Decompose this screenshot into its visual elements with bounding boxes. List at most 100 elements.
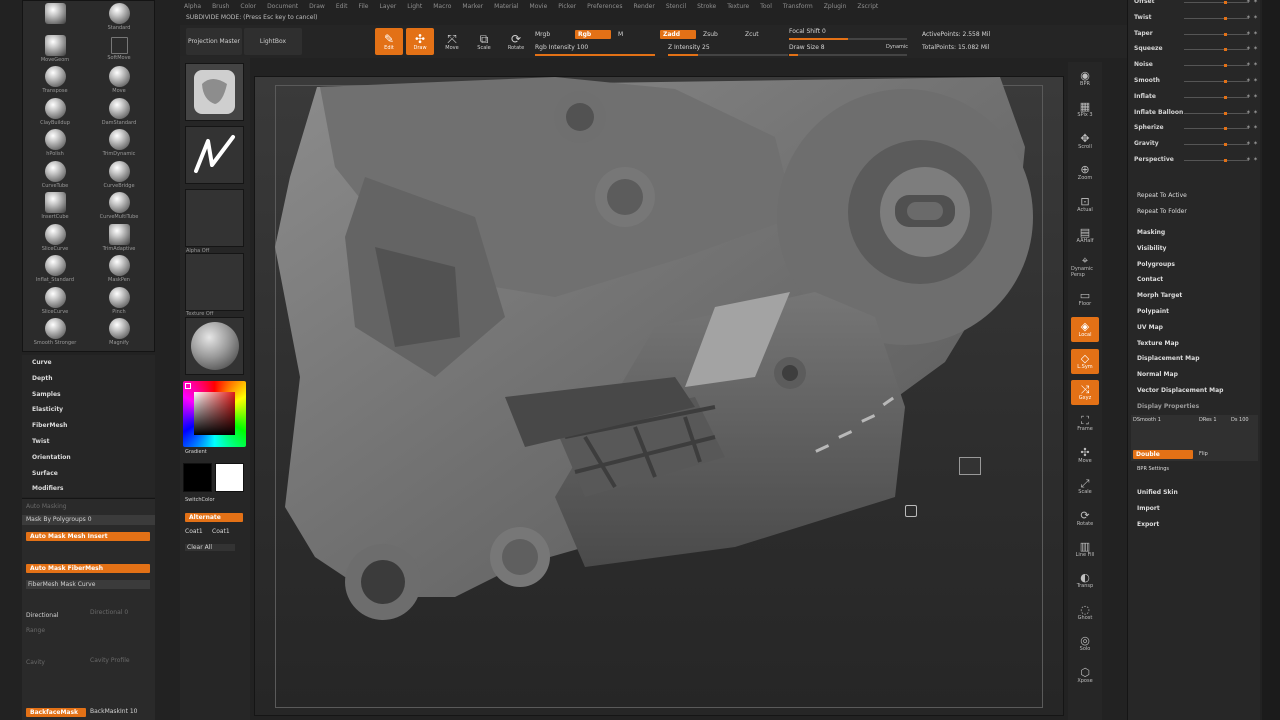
backfacemask-button[interactable]: BackfaceMask <box>26 708 86 717</box>
zsub-toggle[interactable]: Zsub <box>703 31 718 38</box>
right-scrollbar[interactable] <box>1262 0 1280 720</box>
tool-bottom-item[interactable]: Import <box>1137 505 1160 512</box>
brush-item[interactable]: MoveGeom <box>23 34 87 67</box>
tool-menu-item[interactable]: Display Properties <box>1137 403 1199 410</box>
deformation-knob[interactable] <box>1224 64 1228 68</box>
rgb-intensity-track[interactable] <box>535 54 655 56</box>
zcut-toggle[interactable]: Zcut <box>745 31 759 38</box>
view-tool-button[interactable]: ◐ Transp <box>1071 568 1099 593</box>
menu-item[interactable]: Zplugin <box>824 3 847 10</box>
ds-slider[interactable]: Ds 100 <box>1231 417 1249 423</box>
left-menu-item[interactable]: Surface <box>22 466 155 482</box>
view-tool-button[interactable]: ⟳ Rotate <box>1071 506 1099 531</box>
current-tool-thumbnail[interactable] <box>185 63 244 121</box>
axis-toggle-icon[interactable]: ✶ ✶ <box>1246 93 1258 100</box>
brush-item[interactable]: Move <box>87 66 151 98</box>
alternate-button[interactable]: Alternate <box>185 513 243 522</box>
brush-item[interactable]: SliceCurve <box>23 223 87 256</box>
menu-item[interactable]: Render <box>633 3 654 10</box>
stroke-thumbnail[interactable] <box>185 126 244 184</box>
deformation-slider[interactable]: Offset ✶ ✶ <box>1134 0 1258 8</box>
tool-menu-item[interactable]: Contact <box>1137 276 1163 283</box>
deformation-knob[interactable] <box>1224 111 1228 115</box>
brush-item[interactable]: SoftMove <box>87 35 151 67</box>
brush-item[interactable]: Standard <box>87 3 151 35</box>
rotate-button[interactable]: ⟳ Rotate <box>502 28 530 55</box>
menu-item[interactable]: File <box>358 3 368 10</box>
tool-menu-item[interactable]: Visibility <box>1137 245 1166 252</box>
rgb-toggle[interactable]: Rgb <box>575 30 611 39</box>
axis-toggle-icon[interactable]: ✶ ✶ <box>1246 14 1258 21</box>
repeat-to-active-button[interactable]: Repeat To Active <box>1137 192 1187 199</box>
dres-slider[interactable]: DRes 1 <box>1199 417 1217 423</box>
move-button[interactable]: ⤧ Move <box>438 28 466 55</box>
menu-item[interactable]: Macro <box>433 3 451 10</box>
auto-mask-mesh-insert-button[interactable]: Auto Mask Mesh Insert <box>26 532 150 541</box>
z-intensity-track[interactable] <box>668 54 788 56</box>
backmaskint-slider[interactable]: BackMaskInt 10 <box>90 708 138 715</box>
dsmooth-slider[interactable]: DSmooth 1 <box>1133 417 1161 423</box>
axis-toggle-icon[interactable]: ✶ ✶ <box>1246 0 1258 5</box>
directional-button[interactable]: Directional <box>26 612 58 619</box>
mask-by-polygroups-slider[interactable]: Mask By Polygroups 0 <box>22 515 155 525</box>
axis-toggle-icon[interactable]: ✶ ✶ <box>1246 30 1258 37</box>
axis-toggle-icon[interactable]: ✶ ✶ <box>1246 45 1258 52</box>
brush-item[interactable]: Magnify <box>87 318 151 350</box>
view-tool-button[interactable]: ◉ BPR <box>1071 66 1099 91</box>
brush-item[interactable]: CurveMultiTube <box>87 192 151 224</box>
focal-shift-slider[interactable]: Focal Shift 0 <box>789 28 826 35</box>
tool-menu-item[interactable]: UV Map <box>1137 324 1163 331</box>
color-picker[interactable] <box>183 381 246 447</box>
cavity-profile-button[interactable]: Cavity Profile <box>90 657 130 664</box>
brush-item[interactable]: hPolish <box>23 129 87 161</box>
view-tool-button[interactable]: ✣ Move <box>1071 443 1099 468</box>
view-tool-button[interactable]: ✥ Scroll <box>1071 129 1099 154</box>
tool-menu-item[interactable]: Displacement Map <box>1137 355 1200 362</box>
deformation-knob[interactable] <box>1224 143 1228 147</box>
projection-master-button[interactable]: Projection Master <box>186 28 242 55</box>
left-menu-item[interactable]: FiberMesh <box>22 418 155 434</box>
dynamic-toggle[interactable]: Dynamic <box>886 44 908 50</box>
deformation-slider[interactable]: Inflate Balloon ✶ ✶ <box>1134 109 1258 119</box>
menu-item[interactable]: Stencil <box>666 3 686 10</box>
deformation-slider[interactable]: Spherize ✶ ✶ <box>1134 124 1258 134</box>
axis-toggle-icon[interactable]: ✶ ✶ <box>1246 124 1258 131</box>
menu-item[interactable]: Draw <box>309 3 325 10</box>
deformation-knob[interactable] <box>1224 1 1228 4</box>
m-toggle[interactable]: M <box>618 31 623 38</box>
rgb-intensity-slider[interactable]: Rgb Intensity 100 <box>535 44 588 51</box>
tool-menu-item[interactable]: Texture Map <box>1137 340 1179 347</box>
directional-slider[interactable]: Directional 0 <box>90 609 128 616</box>
secondary-color-swatch[interactable] <box>215 463 244 492</box>
auto-mask-fibermesh-button[interactable]: Auto Mask FiberMesh <box>26 564 150 573</box>
deformation-slider[interactable]: Squeeze ✶ ✶ <box>1134 45 1258 55</box>
menu-item[interactable]: Alpha <box>184 3 201 10</box>
menu-item[interactable]: Light <box>407 3 422 10</box>
z-intensity-slider[interactable]: Z Intensity 25 <box>668 44 710 51</box>
menu-item[interactable]: Edit <box>336 3 348 10</box>
brush-item[interactable]: DamStandard <box>87 97 151 130</box>
view-tool-button[interactable]: ⤨ Gxyz <box>1071 380 1099 405</box>
view-tool-button[interactable]: ⛶ Frame <box>1071 411 1099 436</box>
left-menu-item[interactable]: Samples <box>22 387 155 403</box>
tool-bottom-item[interactable]: Export <box>1137 521 1159 528</box>
brush-item[interactable]: SliceCurve <box>23 286 87 319</box>
brush-item[interactable]: TrimDynamic <box>87 129 151 161</box>
brush-item[interactable] <box>23 3 87 35</box>
draw-size-slider[interactable]: Draw Size 8 <box>789 44 825 51</box>
tool-menu-item[interactable]: Polygroups <box>1137 261 1175 268</box>
deformation-slider[interactable]: Noise ✶ ✶ <box>1134 61 1258 71</box>
document-canvas[interactable] <box>254 76 1064 716</box>
left-menu-item[interactable]: Orientation <box>22 450 155 466</box>
view-tool-button[interactable]: ◌ Ghost <box>1071 600 1099 625</box>
axis-toggle-icon[interactable]: ✶ ✶ <box>1246 156 1258 163</box>
menu-item[interactable]: Marker <box>462 3 483 10</box>
menu-item[interactable]: Texture <box>727 3 749 10</box>
zadd-toggle[interactable]: Zadd <box>660 30 696 39</box>
view-tool-button[interactable]: ⊡ Actual <box>1071 192 1099 217</box>
menu-item[interactable]: Tool <box>760 3 772 10</box>
deformation-knob[interactable] <box>1224 159 1228 162</box>
brush-item[interactable]: Inflat_Standard <box>23 255 87 287</box>
deformation-knob[interactable] <box>1224 32 1228 36</box>
saturation-square[interactable] <box>194 392 235 435</box>
